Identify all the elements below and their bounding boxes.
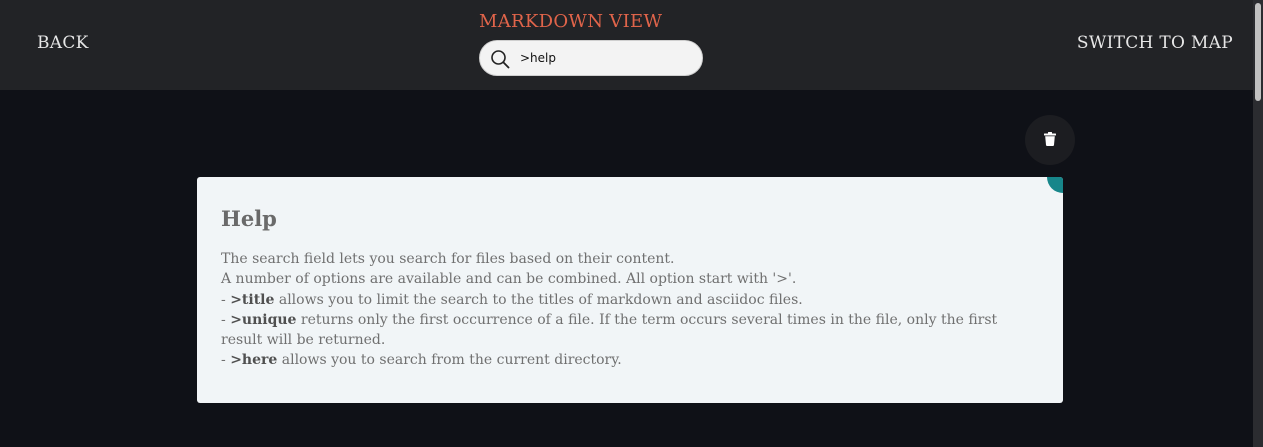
trash-icon bbox=[1044, 131, 1056, 150]
view-title: MARKDOWN VIEW bbox=[479, 11, 663, 32]
help-option-title: - >title allows you to limit the search … bbox=[221, 291, 803, 308]
top-header: BACK MARKDOWN VIEW SWITCH TO MAP bbox=[0, 0, 1253, 90]
help-intro-line: A number of options are available and ca… bbox=[221, 271, 797, 288]
search-input[interactable] bbox=[520, 47, 690, 69]
vertical-scrollbar[interactable] bbox=[1253, 0, 1263, 447]
switch-to-map-button[interactable]: SWITCH TO MAP bbox=[1077, 33, 1233, 53]
search-box[interactable] bbox=[479, 40, 703, 76]
help-title: Help bbox=[221, 206, 277, 231]
delete-button[interactable] bbox=[1025, 115, 1075, 165]
help-body: The search field lets you search for fil… bbox=[221, 249, 1021, 371]
corner-badge bbox=[1047, 177, 1063, 193]
help-option-unique: - >unique returns only the first occurre… bbox=[221, 311, 998, 349]
app-page: BACK MARKDOWN VIEW SWITCH TO MAP Help bbox=[0, 0, 1263, 447]
help-card: Help The search field lets you search fo… bbox=[197, 177, 1063, 403]
scrollbar-thumb[interactable] bbox=[1255, 3, 1261, 101]
search-icon bbox=[490, 49, 510, 69]
help-option-here: - >here allows you to search from the cu… bbox=[221, 352, 622, 369]
back-button[interactable]: BACK bbox=[37, 33, 89, 53]
help-intro-line: The search field lets you search for fil… bbox=[221, 251, 675, 267]
